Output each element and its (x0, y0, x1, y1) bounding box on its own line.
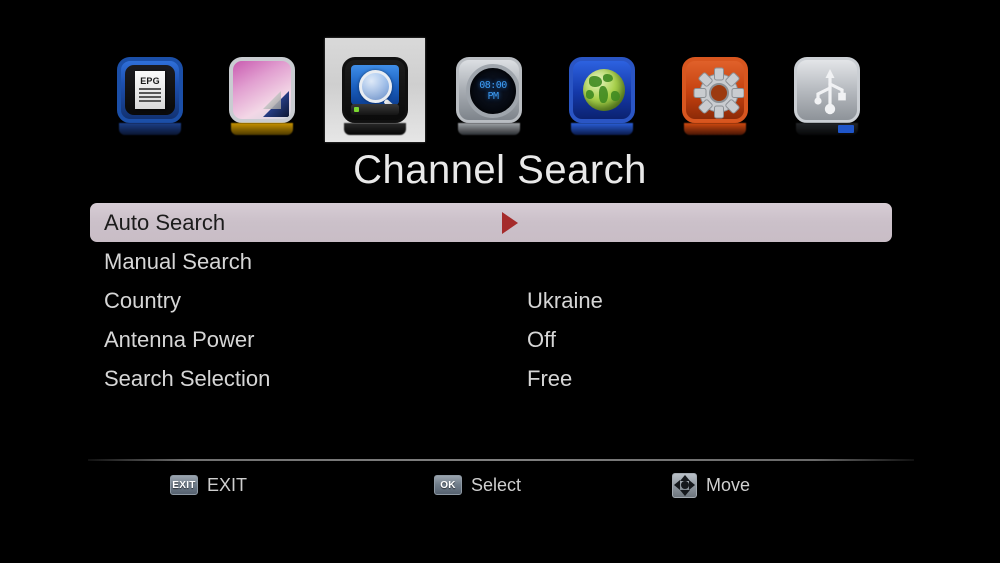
menu-item-label: Search Selection (104, 365, 271, 391)
picture-av-icon (229, 57, 295, 135)
menu-item-value: Free (527, 365, 573, 391)
dpad-move-icon (672, 472, 697, 498)
menu-item-value: Ukraine (527, 287, 603, 313)
magnifier-search-icon (342, 57, 408, 135)
menu-item-label: Auto Search (104, 209, 226, 235)
menu-item-manual-search[interactable]: Manual Search (90, 242, 892, 281)
globe-icon (569, 57, 635, 135)
page-title: Channel Search (353, 148, 647, 192)
menu-icon-epg[interactable]: EPG (100, 38, 200, 142)
menu-item-auto-search[interactable]: Auto Search (90, 203, 892, 242)
clock-meridiem-text: PM (487, 91, 499, 102)
footer-hint-bar: EXIT EXIT OK Select Move (0, 470, 1000, 502)
hint-select[interactable]: OK Select (434, 470, 521, 500)
enter-arrow-icon (502, 211, 518, 234)
menu-item-label: Country (104, 287, 182, 313)
tv-osd-screen: EPG 08:00 PM Channel Search Auto Search … (0, 0, 1000, 563)
usb-icon (794, 57, 860, 135)
menu-icon-network[interactable] (552, 38, 652, 142)
hint-label: Move (706, 474, 751, 495)
menu-icon-picture[interactable] (212, 38, 312, 142)
epg-page-shape: EPG (135, 71, 165, 109)
epg-document-icon: EPG (117, 57, 183, 135)
menu-item-label: Antenna Power (104, 326, 255, 352)
epg-icon-label: EPG (140, 76, 160, 86)
menu-icon-settings[interactable] (665, 38, 765, 142)
clock-icon: 08:00 PM (456, 57, 522, 135)
main-menu-iconbar: EPG 08:00 PM (0, 38, 1000, 142)
hint-label: EXIT (207, 474, 248, 495)
hint-move[interactable]: Move (672, 470, 750, 500)
menu-icon-channel-search[interactable] (325, 38, 425, 142)
footer-divider (88, 459, 914, 461)
clock-time-text: 08:00 (479, 80, 507, 91)
menu-item-antenna-power[interactable]: Antenna Power Off (90, 320, 892, 359)
menu-icon-time[interactable]: 08:00 PM (439, 38, 539, 142)
hint-label: Select (471, 474, 522, 495)
menu-icon-usb[interactable] (777, 38, 877, 142)
exit-key-icon: EXIT (170, 475, 198, 495)
menu-item-country[interactable]: Country Ukraine (90, 281, 892, 320)
menu-item-search-selection[interactable]: Search Selection Free (90, 359, 892, 398)
settings-menu-list: Auto Search Manual Search Country Ukrain… (90, 203, 892, 398)
ok-key-icon: OK (434, 475, 462, 495)
gear-icon (682, 57, 748, 135)
menu-item-value: Off (527, 326, 556, 352)
menu-item-label: Manual Search (104, 248, 252, 274)
hint-exit[interactable]: EXIT EXIT (170, 470, 247, 500)
